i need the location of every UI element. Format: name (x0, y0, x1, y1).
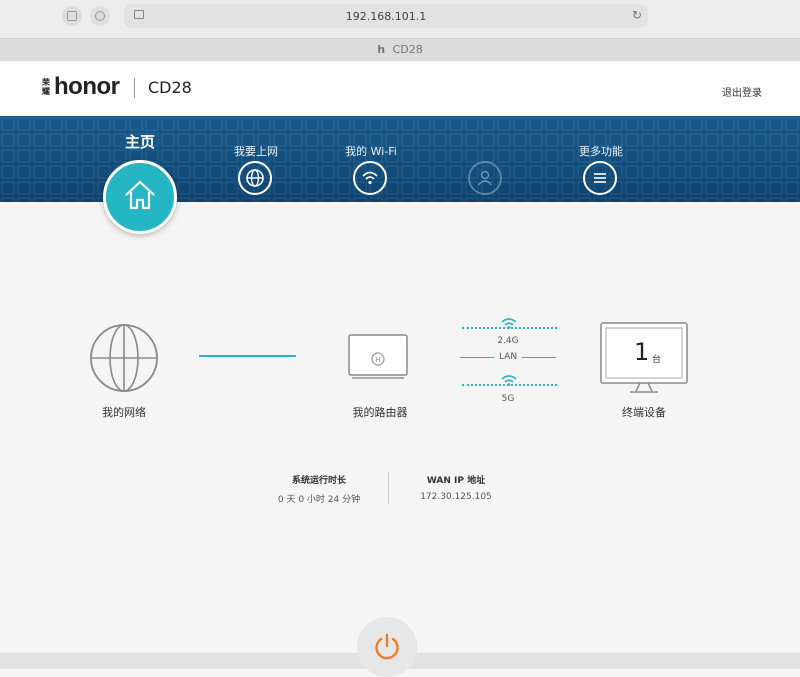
model-name: CD28 (148, 78, 192, 97)
network-globe-icon (90, 324, 158, 392)
lan-label: LAN (498, 352, 518, 362)
wifi-24g-icon (501, 318, 517, 329)
reload-icon[interactable]: ↻ (632, 8, 642, 22)
brand-logo: honor (54, 73, 120, 100)
nav-more[interactable]: 更多功能 (546, 116, 656, 202)
tab-favicon-icon: h (377, 43, 386, 56)
network-label: 我的网络 (102, 406, 146, 419)
menu-icon (583, 161, 617, 195)
svg-text:H: H (375, 356, 380, 364)
lan-link-left (460, 357, 494, 358)
router-icon: H (348, 334, 408, 379)
nav-internet[interactable]: 我要上网 (201, 116, 311, 202)
logout-link[interactable]: 退出登录 (722, 84, 762, 99)
nav-label: 我的 Wi-Fi (345, 145, 397, 158)
page-header: 荣耀 honor CD28 退出登录 (0, 61, 800, 116)
wifi-5g-icon (501, 375, 517, 386)
header-divider (134, 78, 135, 98)
brand-cn-logo: 荣耀 (42, 78, 50, 96)
router-label: 我的路由器 (352, 406, 408, 419)
lan-link-right (522, 357, 556, 358)
home-icon (125, 180, 155, 210)
url-text: 192.168.101.1 (345, 10, 427, 23)
nav-account[interactable] (431, 116, 541, 202)
address-bar[interactable]: 192.168.101.1 ↻ (124, 4, 648, 28)
sidebar-icon (67, 11, 77, 21)
user-icon (468, 161, 502, 195)
nav-home-button[interactable] (103, 160, 177, 234)
wan-ip-value: 172.30.125.105 (420, 492, 492, 502)
tab-strip: h CD28 (0, 38, 800, 61)
nav-label: 我要上网 (234, 145, 278, 158)
power-icon (375, 633, 399, 660)
privacy-button[interactable] (90, 6, 110, 26)
sidebar-toggle-button[interactable] (62, 6, 82, 26)
wifi-icon (353, 161, 387, 195)
device-count: 1 (634, 338, 650, 366)
uptime-value: 0 天 0 小时 24 分钟 (277, 495, 361, 505)
uptime-title: 系统运行时长 (291, 476, 346, 486)
nav-label: 更多功能 (579, 145, 623, 158)
device-count-unit: 台 (652, 355, 662, 365)
nav-wifi[interactable]: 我的 Wi-Fi (316, 116, 426, 202)
browser-toolbar: 192.168.101.1 ↻ (0, 0, 800, 38)
globe-icon (238, 161, 272, 195)
active-tab[interactable]: h CD28 (0, 43, 800, 56)
wan-ip-title: WAN IP 地址 (426, 476, 486, 486)
band-24g-label: 2.4G (497, 336, 519, 346)
network-link-line (199, 355, 296, 357)
shield-icon (95, 11, 105, 21)
devices-label: 终端设备 (622, 406, 666, 419)
nav-home-label[interactable]: 主页 (104, 131, 176, 152)
band-5g-label: 5G (501, 394, 515, 404)
tab-title: CD28 (392, 43, 423, 56)
power-button[interactable] (357, 617, 417, 677)
